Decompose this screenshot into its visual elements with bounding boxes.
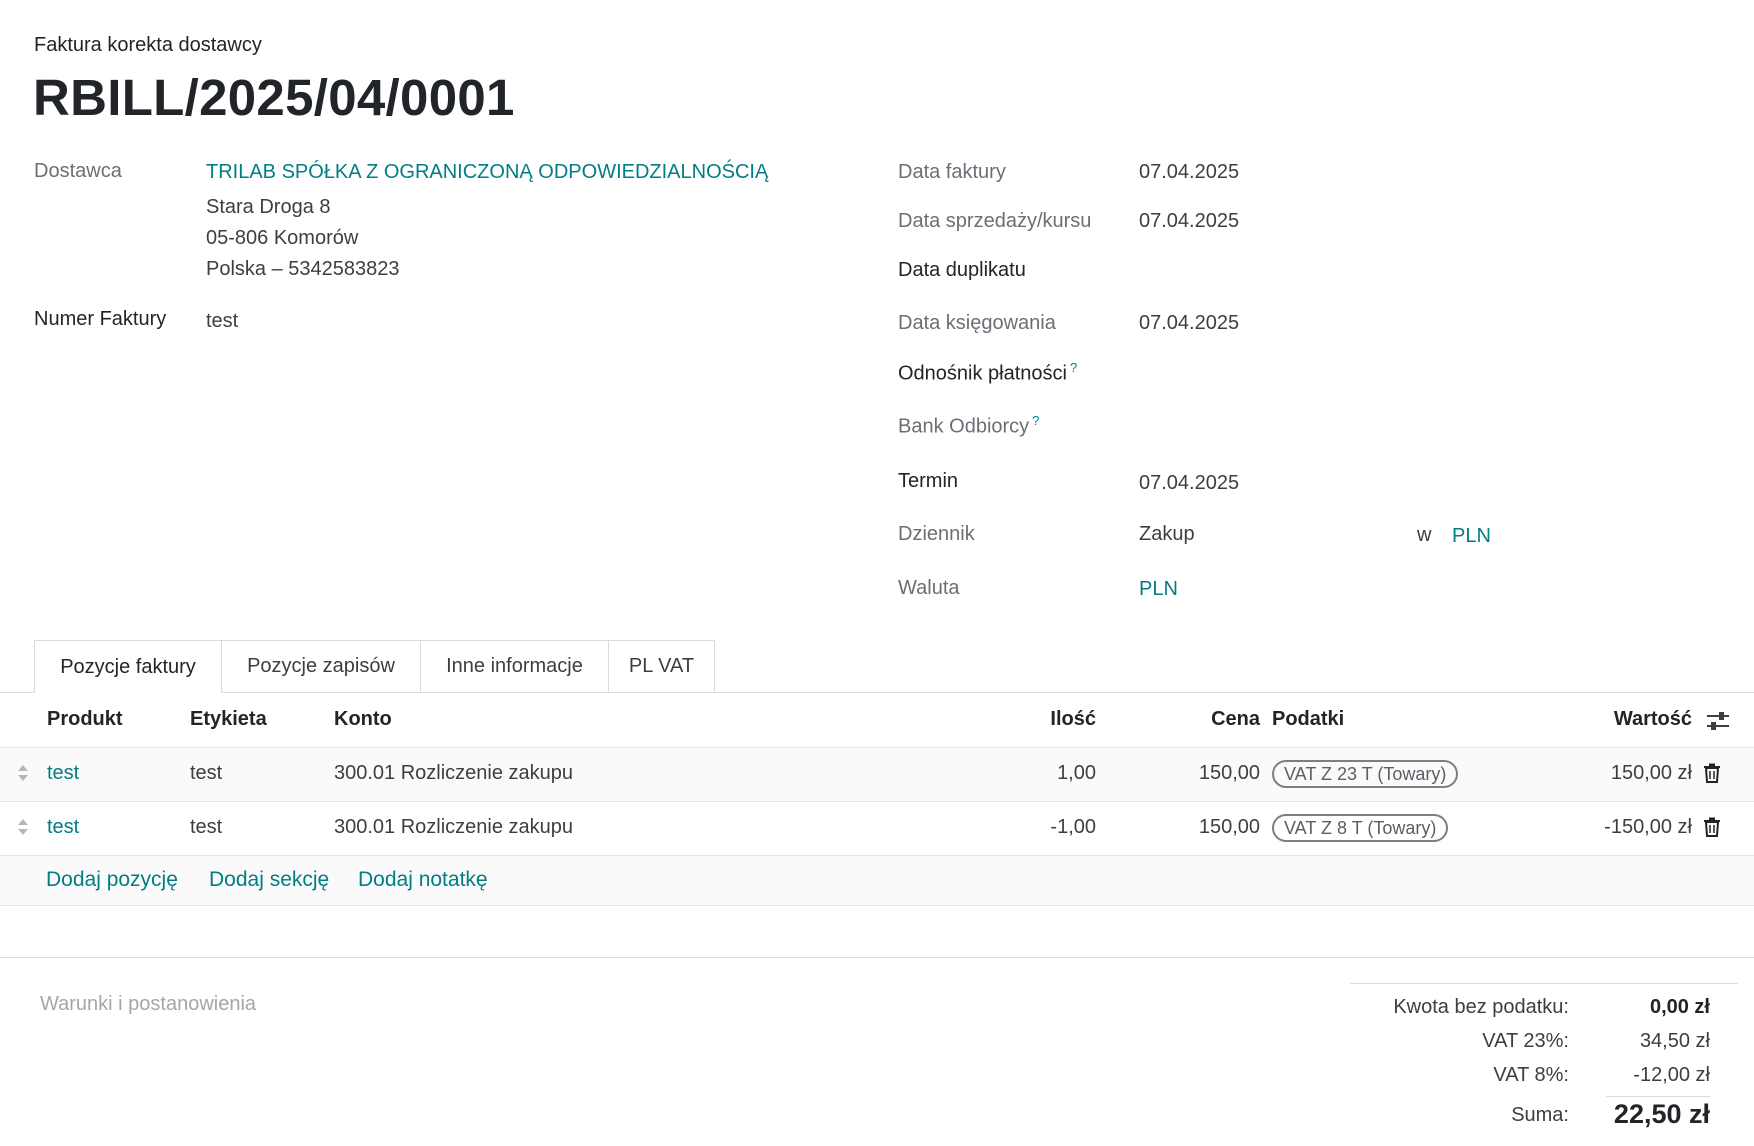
untaxed-amount-value: 0,00 zł (1649, 996, 1710, 1018)
tab-label: Pozycje faktury (60, 655, 196, 678)
row-label-cell[interactable]: test (190, 762, 222, 785)
drag-handle-icon[interactable] (17, 764, 29, 782)
invoice-date-label: Data faktury (898, 161, 1006, 183)
vendor-address-line1: Stara Droga 8 (206, 196, 331, 218)
journal-label: Dziennik (898, 523, 975, 545)
row-quantity-cell[interactable]: -1,00 (1000, 816, 1096, 839)
payment-reference-field[interactable] (1139, 358, 1439, 386)
drag-handle-icon[interactable] (17, 818, 29, 836)
recipient-bank-label: Bank Odbiorcy? (898, 413, 1039, 439)
document-number-title: RBILL/2025/04/0001 (33, 69, 515, 126)
column-header-price[interactable]: Cena (1160, 708, 1260, 731)
column-header-account[interactable]: Konto (334, 708, 392, 731)
row-product-link[interactable]: test (47, 762, 79, 785)
journal-in-label: w (1417, 524, 1432, 546)
section-divider (0, 957, 1754, 958)
duplicate-date-label: Data duplikatu (898, 259, 1026, 281)
vat23-label: VAT 23%: (1482, 1030, 1569, 1052)
vendor-label: Dostawca (34, 160, 122, 182)
document-type-label: Faktura korekta dostawcy (34, 34, 262, 56)
help-tooltip-icon[interactable]: ? (1032, 413, 1039, 428)
recipient-bank-field[interactable] (1139, 410, 1439, 438)
tab-journal-items[interactable]: Pozycje zapisów (221, 640, 421, 692)
tab-other-info[interactable]: Inne informacje (420, 640, 609, 692)
row-price-cell[interactable]: 150,00 (1160, 816, 1260, 839)
row-account-cell[interactable]: 300.01 Rozliczenie zakupu (334, 762, 573, 785)
tax-badge[interactable]: VAT Z 8 T (Towary) (1272, 814, 1449, 842)
vendor-address-line3: Polska – 5342583823 (206, 258, 400, 280)
row-price-cell[interactable]: 150,00 (1160, 762, 1260, 785)
column-header-amount[interactable]: Wartość (1500, 708, 1692, 731)
due-date-label: Termin (898, 470, 959, 492)
vat8-label: VAT 8%: (1493, 1064, 1569, 1086)
row-account-cell[interactable]: 300.01 Rozliczenie zakupu (334, 816, 573, 839)
tabs-divider (0, 692, 1754, 693)
duplicate-date-field[interactable] (1139, 259, 1439, 283)
currency-link[interactable]: PLN (1139, 578, 1178, 601)
tab-label: Pozycje zapisów (247, 655, 395, 677)
terms-conditions-field[interactable]: Warunki i postanowienia (40, 993, 256, 1016)
totals-divider (1350, 983, 1738, 984)
tab-pl-vat[interactable]: PL VAT (608, 640, 715, 692)
sale-date-field[interactable]: 07.04.2025 (1139, 210, 1239, 233)
optional-columns-icon[interactable] (1706, 710, 1730, 732)
add-section-link[interactable]: Dodaj sekcję (209, 868, 329, 892)
invoice-number-field[interactable]: test (206, 310, 238, 333)
sale-date-label: Data sprzedaży/kursu (898, 210, 1092, 232)
tax-badge-label: VAT Z 8 T (Towary) (1284, 817, 1437, 838)
tax-badge[interactable]: VAT Z 23 T (Towary) (1272, 760, 1459, 788)
column-header-quantity[interactable]: Ilość (1000, 708, 1096, 731)
posting-date-label: Data księgowania (898, 312, 1056, 334)
row-quantity-cell[interactable]: 1,00 (1000, 762, 1096, 785)
column-header-product[interactable]: Produkt (47, 708, 123, 731)
vendor-name-link[interactable]: TRILAB SPÓŁKA Z OGRANICZONĄ ODPOWIEDZIAL… (206, 161, 768, 184)
recipient-bank-label-text: Bank Odbiorcy (898, 415, 1030, 438)
help-tooltip-icon[interactable]: ? (1070, 360, 1077, 375)
row-amount-cell: -150,00 zł (1604, 816, 1692, 838)
currency-label: Waluta (898, 577, 960, 599)
table-divider (0, 801, 1754, 802)
row-product-link[interactable]: test (47, 816, 79, 839)
vendor-address-line2: 05-806 Komorów (206, 227, 359, 249)
journal-currency-link[interactable]: PLN (1452, 525, 1491, 548)
invoice-number-label: Numer Faktury (34, 308, 167, 330)
trash-icon[interactable] (1703, 817, 1721, 837)
due-date-field[interactable]: 07.04.2025 (1139, 472, 1239, 495)
total-divider (1606, 1096, 1710, 1097)
journal-field[interactable]: Zakup (1139, 523, 1195, 546)
trash-icon[interactable] (1703, 763, 1721, 783)
column-header-label[interactable]: Etykieta (190, 708, 267, 731)
posting-date-field[interactable]: 07.04.2025 (1139, 312, 1239, 335)
tab-label: Inne informacje (446, 655, 583, 677)
payment-reference-label-text: Odnośnik płatności (898, 362, 1067, 385)
payment-reference-label: Odnośnik płatności? (898, 360, 1077, 386)
vat8-value: -12,00 zł (1633, 1064, 1710, 1086)
tax-badge-label: VAT Z 23 T (Towary) (1284, 763, 1447, 784)
tab-label: PL VAT (628, 655, 695, 677)
invoice-date-field[interactable]: 07.04.2025 (1139, 161, 1239, 184)
row-label-cell[interactable]: test (190, 816, 222, 839)
table-divider (0, 905, 1754, 906)
tab-invoice-lines[interactable]: Pozycje faktury (34, 640, 222, 693)
column-header-taxes[interactable]: Podatki (1272, 708, 1344, 731)
total-label: Suma: (1511, 1104, 1569, 1126)
row-amount-cell: 150,00 zł (1610, 762, 1692, 784)
add-line-link[interactable]: Dodaj pozycję (46, 868, 178, 892)
vat23-value: 34,50 zł (1639, 1030, 1710, 1052)
untaxed-amount-label: Kwota bez podatku: (1393, 996, 1569, 1018)
add-note-link[interactable]: Dodaj notatkę (358, 868, 488, 892)
total-value: 22,50 zł (1613, 1099, 1710, 1129)
